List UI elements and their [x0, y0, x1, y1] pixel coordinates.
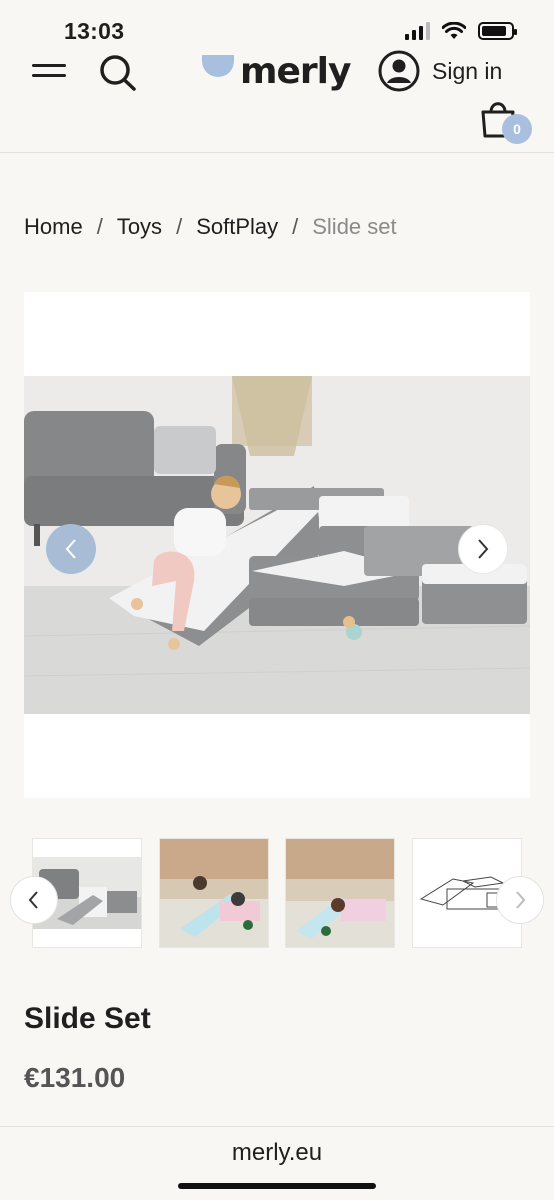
search-icon: [100, 55, 136, 91]
site-header: merly Sign in 0: [0, 40, 554, 153]
chevron-left-icon: [28, 891, 38, 909]
breadcrumb-separator: /: [292, 214, 299, 239]
thumbnail-3[interactable]: [285, 838, 395, 948]
cart-count-badge: 0: [502, 114, 532, 144]
breadcrumb-toys[interactable]: Toys: [117, 214, 162, 240]
user-account-icon: [378, 50, 420, 92]
thumbnails-next-button[interactable]: [496, 876, 544, 924]
gallery-next-button[interactable]: [458, 524, 508, 574]
browser-address-bar[interactable]: merly.eu: [0, 1126, 554, 1200]
breadcrumb: Home / Toys / SoftPlay / Slide set: [24, 214, 397, 240]
breadcrumb-separator: /: [96, 214, 103, 239]
breadcrumb-separator: /: [176, 214, 183, 239]
wifi-icon: [442, 22, 466, 39]
product-price: €131.00: [24, 1062, 126, 1093]
breadcrumb-softplay[interactable]: SoftPlay: [196, 214, 278, 240]
product-gallery-main: [24, 292, 530, 798]
thumbnail-strip: [0, 838, 554, 950]
home-indicator[interactable]: [178, 1183, 376, 1189]
status-icons: [405, 22, 517, 40]
product-title: Slide Set: [24, 1002, 151, 1035]
chevron-right-icon: [516, 891, 526, 909]
breadcrumb-current: Slide set: [312, 214, 397, 239]
gallery-prev-button[interactable]: [46, 524, 96, 574]
signin-label: Sign in: [432, 57, 503, 84]
thumbnail-2[interactable]: [159, 838, 269, 948]
chevron-left-icon: [65, 539, 76, 559]
chevron-right-icon: [478, 539, 489, 559]
address-url[interactable]: merly.eu: [0, 1139, 554, 1167]
logo-text: merly: [240, 51, 351, 92]
logo-mark-icon: [202, 55, 234, 77]
product-photo: [24, 376, 530, 714]
search-button[interactable]: [96, 52, 140, 96]
signin-link[interactable]: Sign in: [378, 50, 502, 92]
breadcrumb-home[interactable]: Home: [24, 214, 83, 240]
battery-icon: [478, 22, 517, 40]
thumbnails-prev-button[interactable]: [10, 876, 58, 924]
cellular-signal-icon: [405, 22, 430, 40]
site-logo[interactable]: merly: [202, 52, 351, 92]
menu-button[interactable]: [32, 62, 68, 86]
cart-button[interactable]: 0: [478, 96, 534, 146]
